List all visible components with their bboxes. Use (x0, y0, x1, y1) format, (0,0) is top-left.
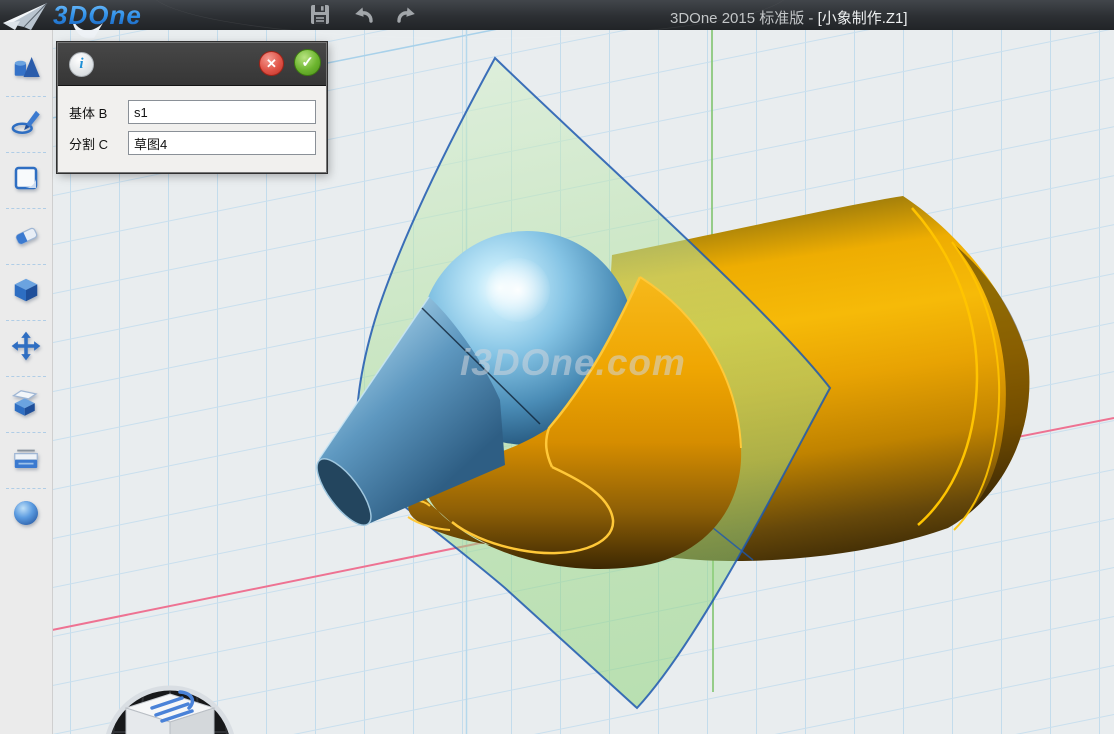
watermark-text: i3DOne.com (460, 342, 686, 383)
base-field-input[interactable] (128, 100, 316, 124)
field-row-base: 基体 B (69, 100, 316, 124)
sidebar-divider (6, 320, 46, 321)
eraser-icon[interactable] (10, 220, 42, 252)
sidebar-divider (6, 152, 46, 153)
combine-icon[interactable] (10, 387, 42, 419)
undo-icon[interactable] (350, 3, 378, 27)
split-field-label: 分割 C (69, 134, 128, 153)
title-bar: 3DOne 3DOne 2015 标准版 - [小 (0, 0, 1114, 30)
sidebar-divider (6, 208, 46, 209)
tool-sidebar (0, 30, 53, 734)
window-title: 3DOne 2015 标准版 - [小象制作.Z1] (670, 7, 908, 28)
sidebar-divider (6, 96, 46, 97)
save-icon[interactable] (306, 3, 334, 27)
sidebar-divider (6, 488, 46, 489)
app-window: 3DOne 3DOne 2015 标准版 - [小 (0, 0, 1114, 734)
primitives-icon[interactable] (10, 52, 42, 84)
cancel-icon[interactable]: ✕ (259, 51, 284, 76)
dialog-body: 基体 B 分割 C (58, 86, 326, 172)
redo-icon[interactable] (392, 3, 420, 27)
sketch-plane-icon[interactable] (10, 163, 42, 195)
sidebar-divider (6, 376, 46, 377)
sidebar-divider (6, 264, 46, 265)
window-title-prefix: 3DOne 2015 标准版 - (670, 10, 818, 27)
info-icon: i (69, 52, 94, 77)
sketch-draw-icon[interactable] (10, 107, 42, 139)
base-field-label: 基体 B (69, 103, 128, 122)
solid-feature-icon[interactable] (10, 275, 42, 307)
viewport-3d[interactable]: i3DOne.com (52, 30, 1114, 734)
move-icon[interactable] (10, 331, 42, 363)
field-row-split: 分割 C (69, 131, 316, 155)
dialog-header[interactable]: i ✕ ✓ (58, 43, 326, 86)
material-sphere-icon[interactable] (10, 498, 42, 530)
app-logo-text: 3DOne (53, 0, 142, 31)
split-field-input[interactable] (128, 131, 316, 155)
window-title-filename: [小象制作.Z1] (818, 10, 908, 27)
sidebar-divider (6, 432, 46, 433)
split-command-dialog: i ✕ ✓ 基体 B 分割 C (57, 42, 327, 173)
confirm-icon[interactable]: ✓ (294, 49, 321, 76)
measure-icon[interactable] (10, 443, 42, 475)
